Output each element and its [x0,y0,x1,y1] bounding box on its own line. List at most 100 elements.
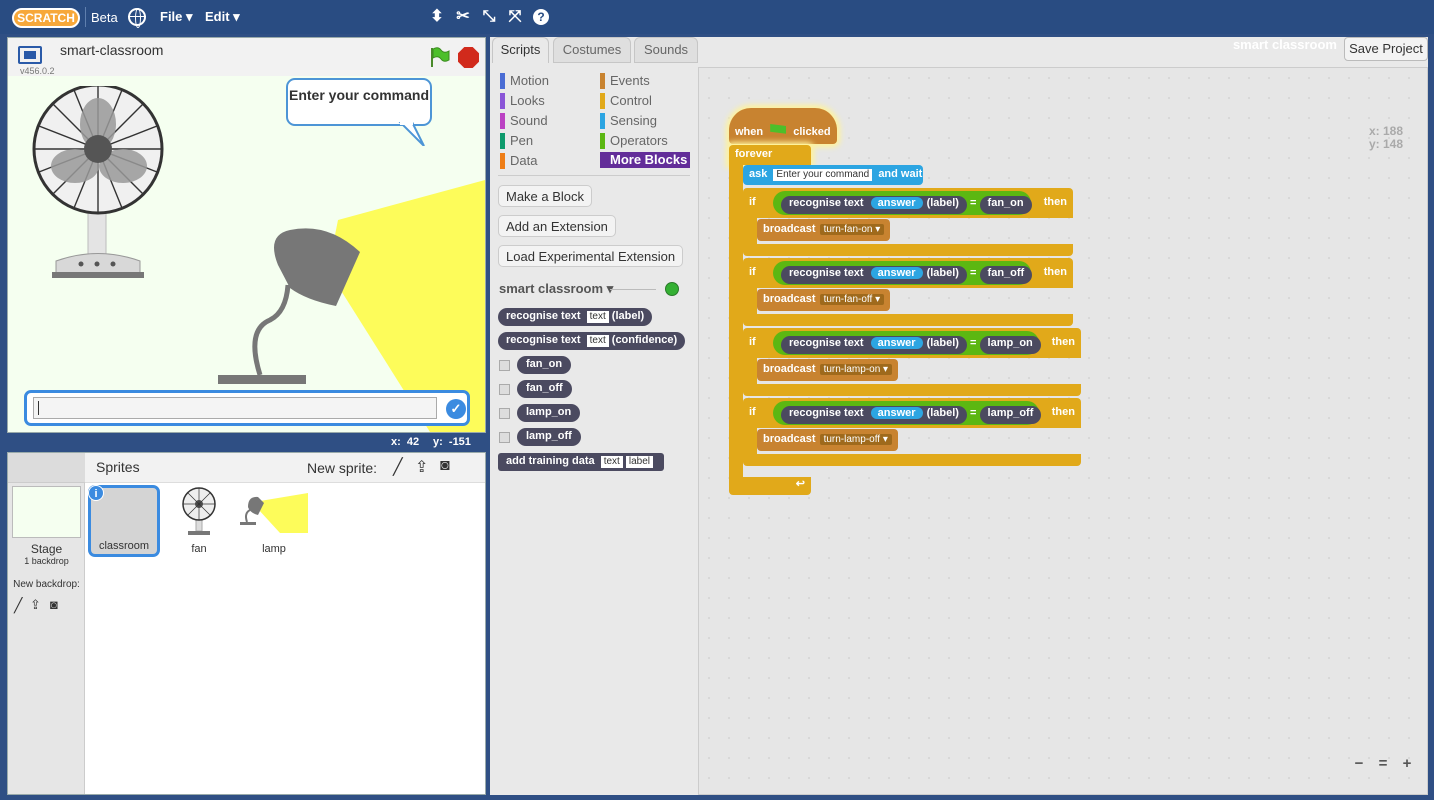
if-block[interactable]: if recognise text answer (label) = fan_on t… [743,188,1073,218]
when-flag-clicked-block[interactable]: when clicked [729,108,837,144]
save-project-button[interactable]: Save Project [1344,37,1428,61]
info-icon[interactable]: i [88,485,104,501]
recognise-label-block[interactable]: recognise text text (label) [498,308,653,326]
sprite-tile-classroom[interactable]: i classroom [88,485,160,557]
recognise-label-reporter[interactable]: recognise text answer (label) [781,266,967,284]
equals-operator[interactable]: recognise text answer (label) = fan_off [773,261,1033,285]
fan-off-reporter[interactable]: fan_off [517,380,572,398]
upload-sprite-icon[interactable]: ⇪ [415,457,428,477]
extension-header[interactable]: smart classroom ▾ [499,281,613,297]
make-a-block-button[interactable]: Make a Block [498,185,593,207]
tab-costumes[interactable]: Costumes [553,37,631,63]
answer-reporter[interactable]: answer [870,267,923,279]
category-motion[interactable]: Motion [500,73,549,89]
fan-sprite[interactable] [28,86,168,286]
answer-reporter[interactable]: answer [870,407,923,419]
recognise-label-reporter[interactable]: recognise text answer (label) [781,336,967,354]
fan-on-reporter[interactable]: fan_on [517,356,572,374]
answer-reporter[interactable]: answer [870,197,923,209]
zoom-reset-icon[interactable]: = [1373,755,1393,775]
equals-operator[interactable]: recognise text answer (label) = fan_on [773,191,1032,215]
stage-canvas[interactable]: Enter your command ✓ [8,76,485,432]
broadcast-message-dropdown[interactable]: turn-fan-on ▾ [819,224,885,235]
file-menu[interactable]: File ▾ [160,9,193,25]
checkbox[interactable] [499,408,510,419]
zoom-in-icon[interactable]: + [1397,755,1417,775]
shrink-icon[interactable]: ⤧ [506,8,524,26]
edit-menu[interactable]: Edit ▾ [205,9,240,25]
sprite-tile-lamp[interactable]: lamp [238,485,310,557]
paint-new-sprite-icon[interactable]: ╱ [393,457,403,477]
recognise-confidence-block[interactable]: recognise text text (confidence) [498,332,686,350]
lamp-on-reporter[interactable]: lamp_on [517,404,581,422]
category-looks[interactable]: Looks [500,93,545,109]
script-stack[interactable]: when clicked forever ↩ ask Enter your co… [729,108,1081,504]
broadcast-message-dropdown[interactable]: turn-fan-off ▾ [819,294,885,305]
language-globe-icon[interactable] [128,8,146,28]
duplicate-stamp-icon[interactable]: ⬍ [428,8,446,26]
scripts-canvas[interactable]: x: 188 y: 148 when clicked forever ↩ ask… [698,67,1428,795]
equals-operator[interactable]: recognise text answer (label) = lamp_on [773,331,1041,355]
broadcast-block[interactable]: broadcast turn-fan-off ▾ [757,289,891,311]
broadcast-message-dropdown[interactable]: turn-lamp-on ▾ [819,364,893,375]
answer-input[interactable] [33,397,437,419]
equals-operator[interactable]: recognise text answer (label) = lamp_off [773,401,1042,425]
sprite-tile-fan[interactable]: fan [163,485,235,557]
text-slot[interactable]: text [586,335,609,347]
class-reporter[interactable]: fan_on [979,196,1032,214]
scratchx-logo[interactable]: SCRATCH [12,8,80,28]
category-more-blocks[interactable]: More Blocks [600,152,690,168]
tab-scripts[interactable]: Scripts [492,37,549,63]
text-slot[interactable]: text [600,456,623,468]
broadcast-message-dropdown[interactable]: turn-lamp-off ▾ [819,434,892,445]
camera-sprite-icon[interactable]: ◙ [440,457,450,475]
class-reporter[interactable]: fan_off [979,266,1033,284]
load-experimental-extension-button[interactable]: Load Experimental Extension [498,245,684,267]
category-pen[interactable]: Pen [500,133,533,149]
category-sound[interactable]: Sound [500,113,548,129]
broadcast-block[interactable]: broadcast turn-lamp-on ▾ [757,359,899,381]
if-block[interactable]: if recognise text answer (label) = lamp_on… [743,328,1081,358]
stage-thumbnail[interactable] [12,486,81,538]
lamp-off-reporter[interactable]: lamp_off [517,428,581,446]
checkbox[interactable] [499,432,510,443]
if-block[interactable]: if recognise text answer (label) = fan_off… [743,258,1073,288]
text-slot[interactable]: text [586,311,609,323]
upload-icon[interactable]: ⇪ [30,597,41,613]
broadcast-block[interactable]: broadcast turn-lamp-off ▾ [757,429,898,451]
tab-sounds[interactable]: Sounds [634,37,698,63]
paint-brush-icon[interactable]: ╱ [14,597,22,614]
recognise-label-reporter[interactable]: recognise text answer (label) [781,196,967,214]
label-slot[interactable]: label [625,456,653,468]
class-reporter[interactable]: lamp_on [979,336,1041,354]
zoom-out-icon[interactable]: − [1349,755,1369,775]
recognise-label-reporter[interactable]: recognise text answer (label) [781,406,967,424]
category-events[interactable]: Events [600,73,650,89]
category-color-bar [500,133,505,149]
add-training-data-block[interactable]: add training data text label [498,453,664,471]
checkbox[interactable] [499,384,510,395]
category-sensing[interactable]: Sensing [600,113,657,129]
add-extension-button[interactable]: Add an Extension [498,215,616,237]
category-data[interactable]: Data [500,153,537,169]
stop-sign-icon[interactable] [458,47,479,68]
checkbox[interactable] [499,360,510,371]
category-operators[interactable]: Operators [600,133,668,149]
submit-check-icon[interactable]: ✓ [446,399,466,419]
ask-prompt-slot[interactable]: Enter your command [773,169,873,181]
help-icon[interactable]: ? [533,9,549,25]
block-word: then [1051,336,1075,348]
if-block[interactable]: if recognise text answer (label) = lamp_of… [743,398,1081,428]
delete-scissors-icon[interactable]: ✂ [454,8,472,26]
project-name-field[interactable]: smart-classroom [60,42,163,58]
answer-reporter[interactable]: answer [870,337,923,349]
forever-block[interactable]: forever [729,145,811,165]
broadcast-block[interactable]: broadcast turn-fan-on ▾ [757,219,891,241]
category-control[interactable]: Control [600,93,652,109]
ask-and-wait-block[interactable]: ask Enter your command and wait [743,165,923,185]
class-reporter[interactable]: lamp_off [979,406,1042,424]
fullscreen-icon[interactable] [18,46,42,64]
green-flag-icon[interactable] [428,46,450,68]
grow-icon[interactable]: ⤡ [480,8,498,26]
camera-icon[interactable]: ◙ [50,597,58,612]
